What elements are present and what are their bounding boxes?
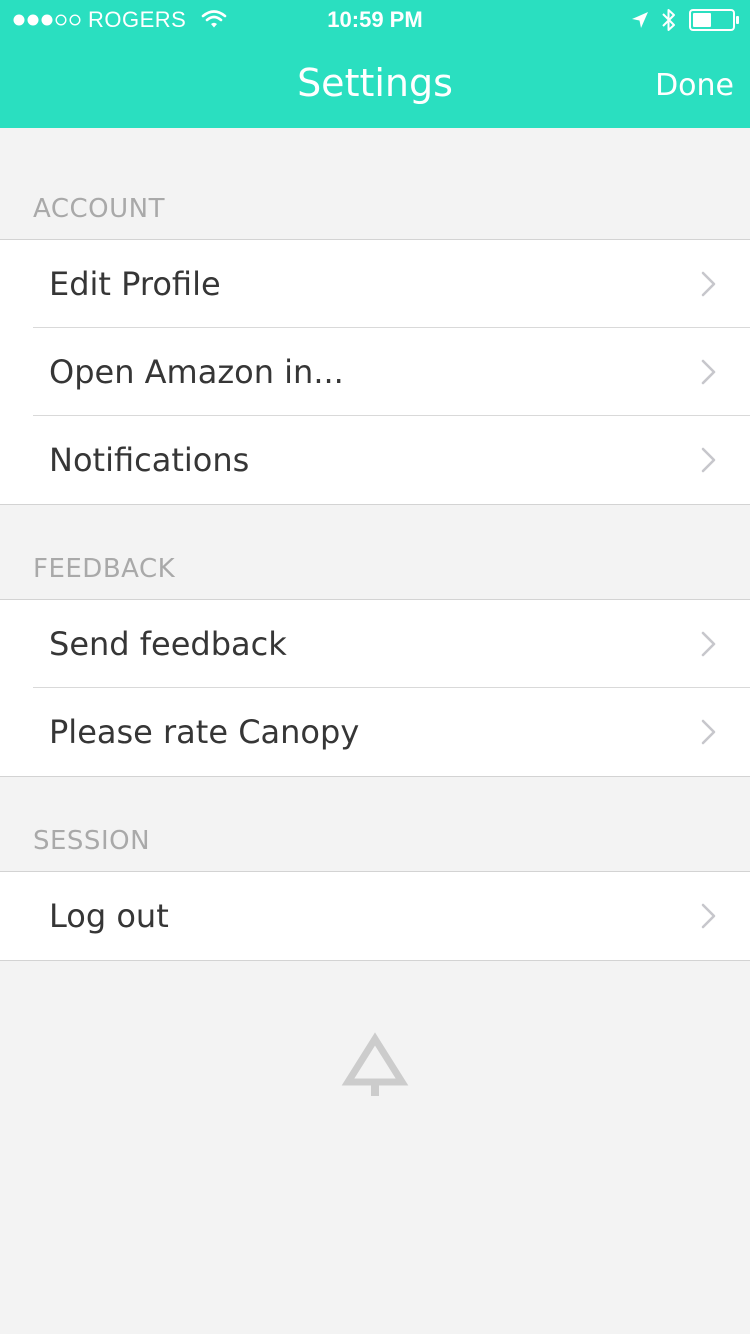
bluetooth-icon (662, 9, 675, 31)
row-label: Send feedback (49, 625, 287, 663)
feedback-group: Send feedback Please rate Canopy (0, 599, 750, 777)
status-bar: ROGERS 10:59 PM (0, 0, 750, 40)
section-header-feedback: FEEDBACK (33, 554, 176, 584)
settings-row-send-feedback[interactable]: Send feedback (0, 600, 750, 688)
chevron-right-icon (701, 631, 716, 657)
done-button[interactable]: Done (655, 64, 734, 108)
section-header-account: ACCOUNT (33, 194, 165, 224)
navigation-bar: ROGERS 10:59 PM Settings Done (0, 0, 750, 128)
session-group: Log out (0, 871, 750, 961)
chevron-right-icon (701, 271, 716, 297)
chevron-right-icon (701, 447, 716, 473)
canopy-tree-logo-icon (341, 1032, 409, 1096)
row-label: Notifications (49, 441, 250, 479)
settings-row-edit-profile[interactable]: Edit Profile (0, 240, 750, 328)
account-group: Edit Profile Open Amazon in... Notificat… (0, 239, 750, 505)
row-label: Open Amazon in... (49, 353, 344, 391)
settings-row-open-amazon-in[interactable]: Open Amazon in... (0, 327, 750, 416)
settings-row-notifications[interactable]: Notifications (0, 415, 750, 504)
row-label: Please rate Canopy (49, 713, 360, 751)
settings-row-log-out[interactable]: Log out (0, 872, 750, 960)
battery-icon (689, 9, 739, 31)
chevron-right-icon (701, 719, 716, 745)
section-header-session: SESSION (33, 826, 151, 856)
location-arrow-icon (632, 12, 648, 28)
chevron-right-icon (701, 359, 716, 385)
settings-row-please-rate-canopy[interactable]: Please rate Canopy (0, 687, 750, 776)
chevron-right-icon (701, 903, 716, 929)
page-title: Settings (297, 61, 453, 105)
row-label: Edit Profile (49, 265, 221, 303)
row-label: Log out (49, 897, 169, 935)
